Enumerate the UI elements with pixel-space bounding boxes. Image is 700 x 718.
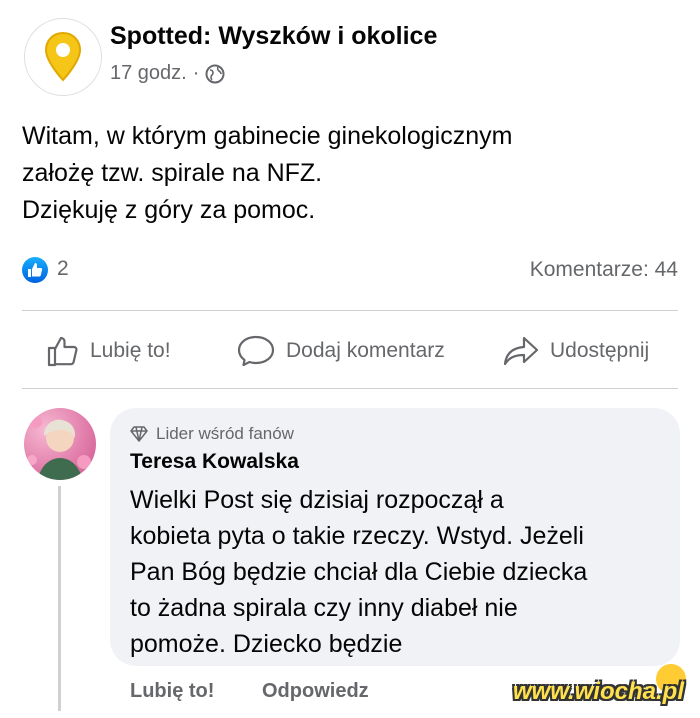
comment-author[interactable]: Teresa Kowalska <box>130 450 299 474</box>
comment-button-label: Dodaj komentarz <box>286 339 445 362</box>
diamond-icon <box>130 426 148 442</box>
person-photo-icon <box>27 416 91 480</box>
comment-button[interactable]: Dodaj komentarz <box>236 334 445 368</box>
share-arrow-icon <box>503 336 539 366</box>
share-button-label: Udostępnij <box>550 339 650 362</box>
post-text: Witam, w którym gabinecie ginekologiczny… <box>22 118 682 229</box>
speech-bubble-icon <box>237 335 275 367</box>
thread-line <box>58 486 61 711</box>
comment-line: to żadna spirala czy inny diabeł nie <box>130 594 518 622</box>
comment-line: Pan Bóg będzie chciał dla Ciebie dziecka <box>130 558 588 586</box>
post-meta: 17 godz. · <box>110 62 225 85</box>
comment-like-button[interactable]: Lubię to! <box>130 680 214 703</box>
divider <box>22 310 678 311</box>
location-pin-icon <box>44 31 82 82</box>
thumbs-up-outline-icon <box>47 336 78 367</box>
comment-text: Wielki Post się dzisiaj rozpoczął a kobi… <box>130 482 670 662</box>
like-button-label: Lubię to! <box>90 339 171 362</box>
comment-reply-button[interactable]: Odpowiedz <box>262 680 369 703</box>
post-line: założę tzw. spirale na NFZ. <box>22 159 323 187</box>
commenter-avatar[interactable] <box>24 408 96 480</box>
comment-count[interactable]: Komentarze: 44 <box>530 258 678 282</box>
watermark: www.wiocha.pl <box>512 678 684 705</box>
page-avatar[interactable] <box>24 18 102 96</box>
comment-line: Wielki Post się dzisiaj rozpoczął a <box>130 486 504 514</box>
comment-line: kobieta pyta o takie rzeczy. Wstyd. Jeże… <box>130 522 584 550</box>
globe-icon <box>205 64 225 83</box>
top-fan-badge[interactable]: Lider wśród fanów <box>130 424 294 444</box>
meta-separator: · <box>192 62 200 84</box>
divider <box>22 388 678 389</box>
reaction-count[interactable]: 2 <box>57 257 69 281</box>
comment-line: pomoże. Dziecko będzie <box>130 630 403 658</box>
thumbs-up-icon <box>28 263 43 277</box>
post-time[interactable]: 17 godz. <box>110 62 187 85</box>
post-line: Witam, w którym gabinecie ginekologiczny… <box>22 122 513 150</box>
post-line: Dziękuję z góry za pomoc. <box>22 196 316 224</box>
share-button[interactable]: Udostępnij <box>502 334 649 368</box>
page-name[interactable]: Spotted: Wyszków i okolice <box>110 22 437 51</box>
badge-label: Lider wśród fanów <box>156 424 294 443</box>
like-reaction-icon[interactable] <box>22 257 48 283</box>
like-button[interactable]: Lubię to! <box>46 334 171 368</box>
